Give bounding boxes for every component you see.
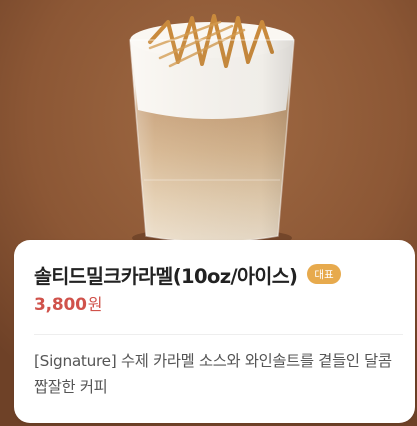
menu-detail-screen: 솔티드밀크카라멜(10oz/아이스) 대표 3,800 원 [Signature…	[0, 0, 417, 426]
representative-badge: 대표	[307, 264, 341, 284]
product-description: [Signature] 수제 카라멜 소스와 와인솔트를 곁들인 달콤 짭잘한 …	[34, 352, 392, 396]
product-info-card: 솔티드밀크카라멜(10oz/아이스) 대표 3,800 원 [Signature…	[14, 240, 415, 423]
product-price: 3,800 원	[34, 291, 103, 315]
title-row: 솔티드밀크카라멜(10oz/아이스) 대표	[34, 260, 403, 288]
product-name: 솔티드밀크카라멜(10oz/아이스)	[34, 264, 298, 288]
price-value: 3,800	[34, 295, 87, 315]
divider	[34, 334, 403, 335]
price-unit: 원	[87, 295, 103, 314]
